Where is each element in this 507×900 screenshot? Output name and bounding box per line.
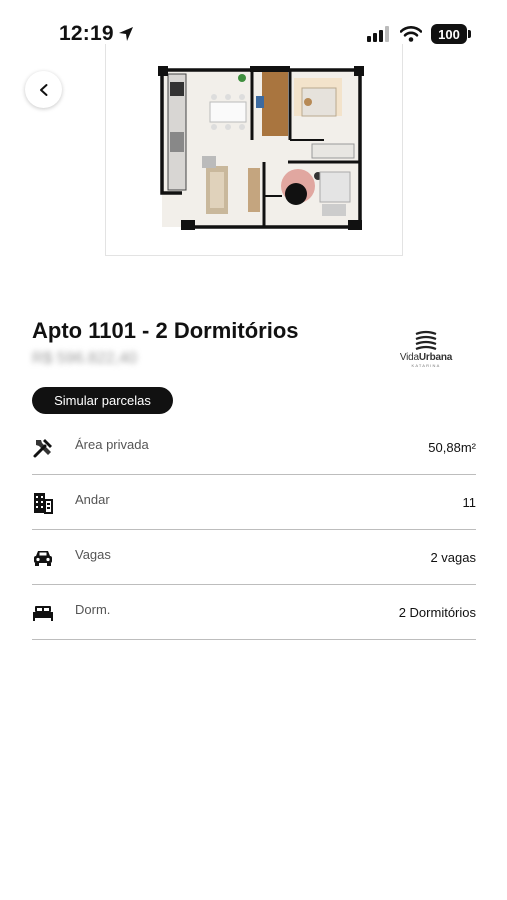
spec-value: 50,88m² [428,440,476,455]
logo-mark-icon [415,330,437,350]
spec-row-floor: Andar 11 [32,475,476,530]
spec-label: Vagas [75,547,111,562]
logo-subtext: KATARINA [411,363,441,368]
spec-value: 2 vagas [430,550,476,565]
spec-row-private-area: Área privada 50,88m² [32,420,476,475]
floor-plan-drawing [158,66,364,230]
cellular-signal-icon [367,26,389,42]
spec-row-bedrooms: Dorm. 2 Dormitórios [32,585,476,640]
battery-level: 100 [438,26,460,42]
status-time-text: 12:19 [59,22,114,45]
spec-row-parking: Vagas 2 vagas [32,530,476,585]
car-icon [32,547,54,569]
simulate-installments-label: Simular parcelas [54,393,151,408]
status-icons: 100 [367,24,471,44]
unit-title: Apto 1101 - 2 Dormitórios [32,318,299,343]
location-arrow-icon [118,27,133,41]
unit-price: R$ 596.822,40 [32,350,137,367]
spec-value: 11 [462,495,477,510]
bed-icon [32,602,54,624]
status-time: 12:19 [59,22,134,46]
spec-label: Dorm. [75,602,111,617]
tools-icon [32,437,54,459]
spec-value: 2 Dormitórios [398,605,476,620]
back-button[interactable] [25,71,62,108]
logo-text-regular: Vida [399,352,419,363]
spec-list: Área privada 50,88m² Andar 11 Vagas 2 va… [32,420,476,640]
logo-text-bold: Urbana [418,352,453,363]
developer-logo: VidaUrbana KATARINA [392,330,460,376]
wifi-icon [400,26,422,42]
simulate-installments-button[interactable]: Simular parcelas [32,387,173,414]
chevron-left-icon [39,83,47,96]
spec-label: Andar [75,492,110,507]
logo-text: VidaUrbana [399,352,453,363]
spec-label: Área privada [75,437,149,452]
battery-icon: 100 [431,24,471,44]
floor-plan-image [105,44,403,256]
building-icon [32,492,54,514]
